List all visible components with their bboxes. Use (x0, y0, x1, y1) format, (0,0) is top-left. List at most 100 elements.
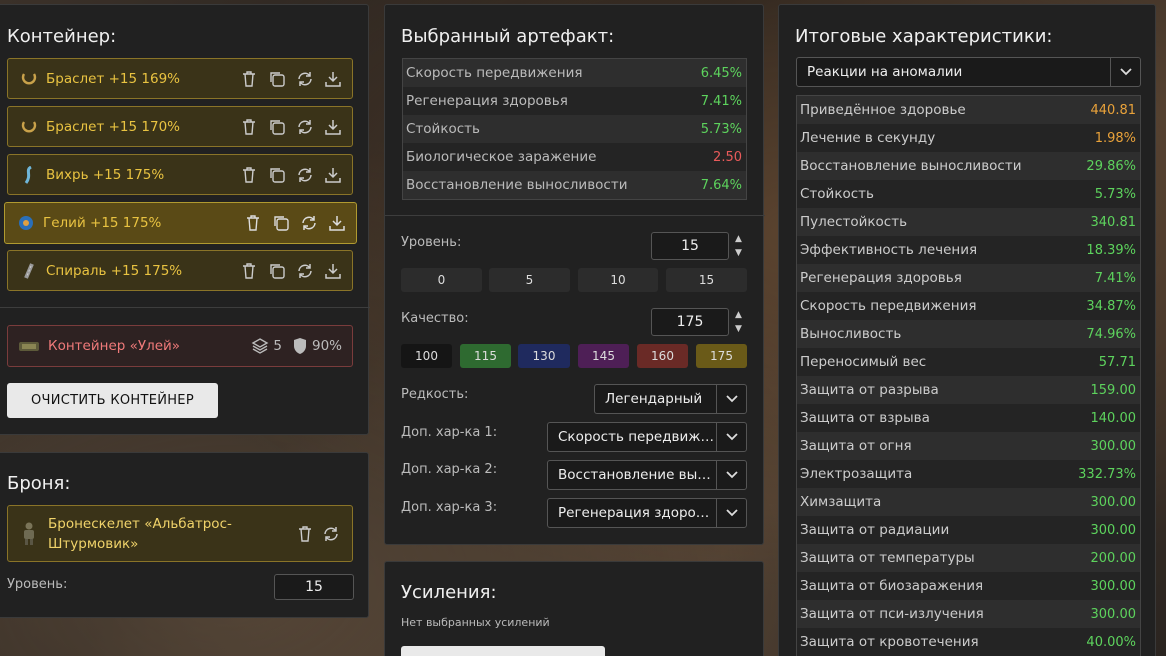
container-panel: Контейнер: Браслет +15 169% Браслет +15 … (0, 4, 370, 435)
extra3-select[interactable]: Регенерация здоровья (547, 498, 747, 528)
container-protection: 90% (292, 337, 342, 355)
clear-container-button[interactable]: ОЧИСТИТЬ КОНТЕЙНЕР (7, 383, 218, 418)
quality-label: Качество: (401, 311, 469, 326)
extra1-value: Скорость передвижения (558, 429, 716, 445)
stat-name: Химзащита (800, 494, 882, 510)
stat-name: Стойкость (406, 121, 480, 137)
stat-name: Переносимый вес (800, 354, 927, 370)
quality-preset-115[interactable]: 115 (460, 344, 511, 368)
container-item[interactable]: Контейнер «Улей» 5 90% (7, 325, 353, 367)
quality-input[interactable]: 175 (651, 308, 729, 336)
summary-stat-row: Защита от разрыва 159.00 (797, 376, 1140, 404)
artifact-level-label: Уровень: (401, 235, 462, 250)
download-icon[interactable] (327, 214, 346, 233)
armor-name-line2: Штурмовик» (48, 535, 139, 552)
summary-stat-row: Скорость передвижения 34.87% (797, 292, 1140, 320)
swap-icon[interactable] (295, 261, 314, 280)
quality-preset-100[interactable]: 100 (401, 344, 452, 368)
stat-value: 140.00 (1090, 410, 1137, 426)
artifact-label: Браслет +15 169% (46, 70, 180, 87)
copy-icon[interactable] (267, 117, 286, 136)
hive-container-icon (18, 338, 40, 354)
quality-preset-175[interactable]: 175 (696, 344, 747, 368)
stat-value: 300.00 (1090, 494, 1137, 510)
level-up-icon[interactable]: ▲ (735, 234, 745, 244)
chevron-down-icon (716, 423, 746, 451)
bracelet-icon (20, 118, 38, 136)
swap-icon[interactable] (295, 117, 314, 136)
summary-stat-row: Пулестойкость 340.81 (797, 208, 1140, 236)
quality-preset-145[interactable]: 145 (578, 344, 629, 368)
swap-icon[interactable] (299, 214, 318, 233)
level-preset-0[interactable]: 0 (401, 268, 482, 292)
level-preset-10[interactable]: 10 (578, 268, 658, 292)
download-icon[interactable] (323, 69, 342, 88)
stat-name: Скорость передвижения (800, 298, 977, 314)
helium-icon (17, 214, 35, 232)
trash-icon[interactable] (298, 525, 312, 543)
artifact-stat-row: Биологическое заражение 2.50 (403, 143, 746, 171)
copy-icon[interactable] (271, 214, 290, 233)
level-preset-5[interactable]: 5 (489, 268, 570, 292)
quality-preset-160[interactable]: 160 (637, 344, 688, 368)
whirl-icon (20, 165, 38, 184)
trash-icon[interactable] (239, 117, 258, 136)
exoskeleton-icon (18, 521, 40, 547)
quality-down-icon[interactable]: ▼ (735, 324, 745, 334)
stat-name: Выносливость (800, 326, 902, 342)
spiral-icon (20, 262, 38, 280)
trash-icon[interactable] (239, 261, 258, 280)
summary-stat-row: Защита от радиации 300.00 (797, 516, 1140, 544)
chevron-down-icon (716, 385, 746, 413)
summary-filter-select[interactable]: Реакции на аномалии (796, 57, 1141, 87)
summary-stat-row: Регенерация здоровья 7.41% (797, 264, 1140, 292)
download-icon[interactable] (323, 261, 342, 280)
container-item-label: Контейнер «Улей» (48, 338, 181, 354)
rarity-value: Легендарный (605, 391, 703, 407)
artifact-row-bracelet-170[interactable]: Браслет +15 170% (7, 106, 353, 147)
artifact-level-input[interactable]: 15 (651, 232, 729, 260)
summary-stat-row: Защита от температуры 200.00 (797, 544, 1140, 572)
artifact-label: Вихрь +15 175% (46, 166, 165, 183)
stat-value: 340.81 (1090, 214, 1137, 230)
trash-icon[interactable] (239, 69, 258, 88)
artifact-row-bracelet-169[interactable]: Браслет +15 169% (7, 58, 353, 99)
trash-icon[interactable] (243, 214, 262, 233)
armor-level-input[interactable]: 15 (274, 574, 354, 600)
container-slots: 5 (251, 337, 282, 355)
download-icon[interactable] (323, 117, 342, 136)
armor-item[interactable]: Бронескелет «Альбатрос- Штурмовик» (7, 505, 353, 562)
add-boost-button[interactable] (401, 646, 605, 656)
swap-icon[interactable] (322, 525, 340, 543)
copy-icon[interactable] (267, 69, 286, 88)
armor-title: Броня: (7, 473, 71, 494)
container-slots-value: 5 (273, 338, 282, 354)
rarity-select[interactable]: Легендарный (594, 384, 747, 414)
stat-value: 200.00 (1090, 550, 1137, 566)
shield-icon (292, 337, 308, 355)
rarity-label: Редкость: (401, 387, 469, 402)
level-preset-15[interactable]: 15 (666, 268, 747, 292)
boosts-panel: Усиления: Нет выбранных усилений (384, 561, 764, 656)
quality-preset-130[interactable]: 130 (518, 344, 570, 368)
quality-up-icon[interactable]: ▲ (735, 310, 745, 320)
copy-icon[interactable] (267, 165, 286, 184)
stat-value: 5.73% (700, 121, 742, 137)
summary-stat-row: Приведённое здоровье 440.81 (797, 96, 1140, 124)
copy-icon[interactable] (267, 261, 286, 280)
extra1-select[interactable]: Скорость передвижения (547, 422, 747, 452)
artifact-row-spiral[interactable]: Спираль +15 175% (7, 250, 353, 291)
extra2-select[interactable]: Восстановление выносливости (547, 460, 747, 490)
artifact-row-helium[interactable]: Гелий +15 175% (4, 202, 357, 244)
swap-icon[interactable] (295, 69, 314, 88)
level-down-icon[interactable]: ▼ (735, 248, 745, 258)
summary-stat-row: Переносимый вес 57.71 (797, 348, 1140, 376)
download-icon[interactable] (323, 165, 342, 184)
trash-icon[interactable] (239, 165, 258, 184)
container-protection-value: 90% (311, 338, 342, 354)
container-title: Контейнер: (7, 26, 117, 47)
summary-stat-row: Лечение в секунду 1.98% (797, 124, 1140, 152)
swap-icon[interactable] (295, 165, 314, 184)
artifact-row-whirl[interactable]: Вихрь +15 175% (7, 154, 353, 195)
stat-name: Эффективность лечения (800, 242, 978, 258)
